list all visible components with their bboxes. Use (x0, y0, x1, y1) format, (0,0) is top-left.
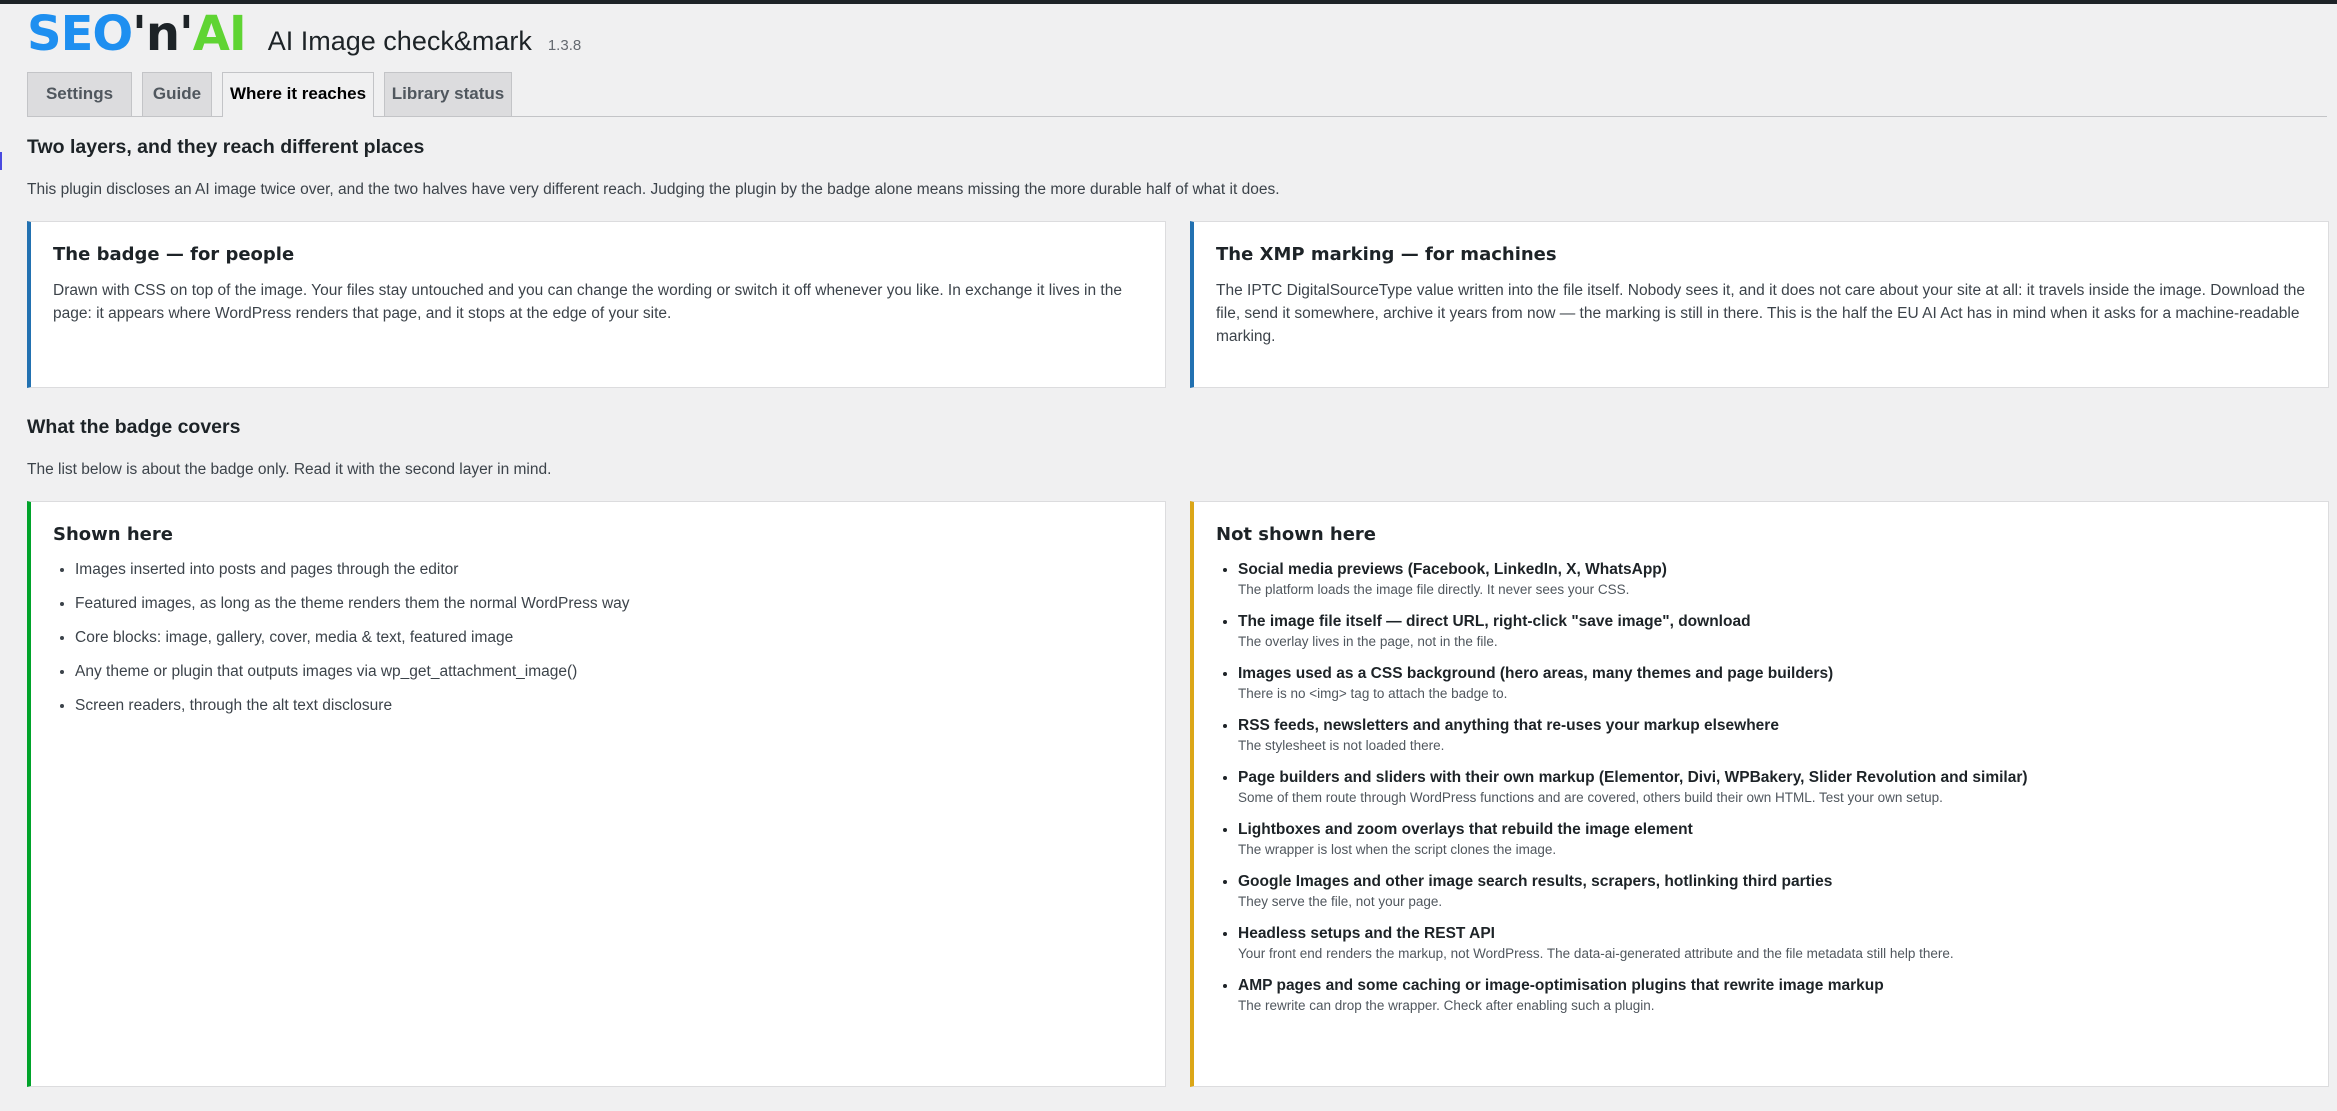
list-item: Social media previews (Facebook, LinkedI… (1238, 559, 2306, 599)
shown-here-list: Images inserted into posts and pages thr… (53, 559, 1143, 717)
item-desc: The overlay lives in the page, not in th… (1238, 634, 1498, 649)
app-title: AI Image check&mark (267, 26, 532, 56)
logo-ai: AI (192, 6, 247, 62)
shown-here-card: Shown here Images inserted into posts an… (27, 501, 1166, 1087)
list-item: Core blocks: image, gallery, cover, medi… (75, 627, 1143, 649)
list-item: Images inserted into posts and pages thr… (75, 559, 1143, 581)
list-item: Images used as a CSS background (hero ar… (1238, 663, 2306, 703)
seonai-logo: SEO'n'AI (27, 10, 247, 58)
list-item: Featured images, as long as the theme re… (75, 593, 1143, 615)
item-desc: The wrapper is lost when the script clon… (1238, 842, 1557, 857)
list-item: Lightboxes and zoom overlays that rebuil… (1238, 819, 2306, 859)
item-title: Social media previews (Facebook, LinkedI… (1238, 561, 1667, 578)
item-title: AMP pages and some caching or image-opti… (1238, 977, 1884, 994)
not-shown-here-list: Social media previews (Facebook, LinkedI… (1216, 559, 2306, 1015)
item-title: Page builders and sliders with their own… (1238, 769, 2028, 786)
item-title: Lightboxes and zoom overlays that rebuil… (1238, 821, 1693, 838)
shown-here-title: Shown here (53, 524, 173, 545)
list-item: Google Images and other image search res… (1238, 871, 2306, 911)
version-label: 1.3.8 (547, 37, 582, 54)
item-title: The image file itself — direct URL, righ… (1238, 613, 1751, 630)
list-item: Screen readers, through the alt text dis… (75, 695, 1143, 717)
item-desc: There is no <img> tag to attach the badg… (1238, 686, 1508, 701)
xmp-card-text: The IPTC DigitalSourceType value written… (1216, 282, 2306, 345)
item-desc: They serve the file, not your page. (1238, 894, 1443, 909)
badge-card: The badge — for people Drawn with CSS on… (27, 221, 1166, 388)
item-desc: Some of them route through WordPress fun… (1238, 790, 1943, 805)
item-desc: The platform loads the image file direct… (1238, 582, 1630, 597)
side-marker (0, 152, 2, 170)
nav-tabs: Settings Guide Where it reaches Library … (27, 72, 2327, 117)
not-shown-here-card: Not shown here Social media previews (Fa… (1190, 501, 2329, 1087)
badge-card-title: The badge — for people (53, 244, 295, 265)
list-item: AMP pages and some caching or image-opti… (1238, 975, 2306, 1015)
tab-where-it-reaches[interactable]: Where it reaches (222, 72, 374, 117)
item-title: Google Images and other image search res… (1238, 873, 1833, 890)
tab-guide[interactable]: Guide (142, 72, 212, 116)
logo-seo: SEO (27, 6, 133, 62)
page-header: SEO'n'AI AI Image check&mark 1.3.8 (27, 4, 2327, 70)
xmp-card-title: The XMP marking — for machines (1216, 244, 1557, 265)
tab-settings[interactable]: Settings (27, 72, 132, 116)
list-item: RSS feeds, newsletters and anything that… (1238, 715, 2306, 755)
item-title: RSS feeds, newsletters and anything that… (1238, 717, 1779, 734)
item-desc: The rewrite can drop the wrapper. Check … (1238, 998, 1655, 1013)
section-intro-badge-covers: The list below is about the badge only. … (27, 461, 552, 478)
tab-library-status[interactable]: Library status (384, 72, 512, 116)
section-intro-layers: This plugin discloses an AI image twice … (27, 181, 1280, 198)
section-title-layers: Two layers, and they reach different pla… (27, 136, 425, 158)
logo-n: 'n' (132, 6, 194, 62)
list-item: Page builders and sliders with their own… (1238, 767, 2306, 807)
list-item: The image file itself — direct URL, righ… (1238, 611, 2306, 651)
item-desc: The stylesheet is not loaded there. (1238, 738, 1445, 753)
list-item: Headless setups and the REST API Your fro… (1238, 923, 2306, 963)
item-title: Images used as a CSS background (hero ar… (1238, 665, 1834, 682)
xmp-card: The XMP marking — for machines The IPTC … (1190, 221, 2329, 388)
not-shown-here-title: Not shown here (1216, 524, 1377, 545)
item-desc: Your front end renders the markup, not W… (1238, 946, 1954, 961)
page-wrap: SEO'n'AI AI Image check&mark 1.3.8 Setti… (27, 4, 2329, 1087)
badge-card-text: Drawn with CSS on top of the image. Your… (53, 282, 1122, 322)
list-item: Any theme or plugin that outputs images … (75, 661, 1143, 683)
item-title: Headless setups and the REST API (1238, 925, 1495, 942)
section-title-badge-covers: What the badge covers (27, 416, 241, 438)
